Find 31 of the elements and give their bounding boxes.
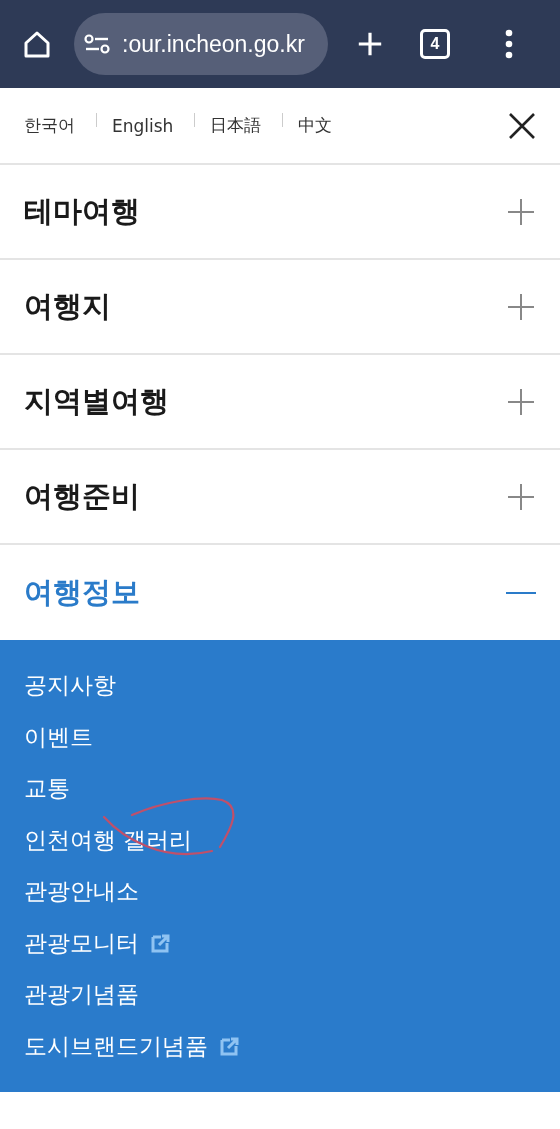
menu-item[interactable]: 여행준비 xyxy=(0,450,560,545)
menu-item[interactable]: 여행정보 xyxy=(0,545,560,640)
close-icon[interactable] xyxy=(508,111,536,140)
new-tab-icon[interactable] xyxy=(356,30,384,58)
external-link-icon xyxy=(220,1036,240,1057)
language-link[interactable]: 日本語 xyxy=(210,114,262,137)
plus-icon xyxy=(506,196,536,227)
external-link-icon xyxy=(151,933,171,954)
address-bar[interactable]: :our.incheon.go.kr xyxy=(74,13,328,75)
submenu-link[interactable]: 관광기념품 xyxy=(24,979,139,1011)
submenu-link[interactable]: 도시브랜드기념품 xyxy=(24,1030,208,1062)
plus-icon xyxy=(506,291,536,322)
menu-item[interactable]: 지역별여행 xyxy=(0,355,560,450)
home-icon[interactable] xyxy=(22,29,52,59)
menu-item[interactable]: 여행지 xyxy=(0,260,560,355)
url-text: :our.incheon.go.kr xyxy=(122,30,305,58)
minus-icon xyxy=(506,591,536,594)
plus-icon xyxy=(506,481,536,512)
submenu-link[interactable]: 관광모니터 xyxy=(24,927,139,959)
tab-count-button[interactable]: 4 xyxy=(420,29,450,59)
language-link[interactable]: English xyxy=(112,115,174,136)
more-menu-icon[interactable] xyxy=(504,29,514,59)
plus-icon xyxy=(506,386,536,417)
language-link[interactable]: 한국어 xyxy=(24,114,75,137)
submenu-link[interactable]: 관광안내소 xyxy=(24,876,139,908)
submenu-link[interactable]: 공지사항 xyxy=(24,670,116,702)
submenu-link[interactable]: 교통 xyxy=(24,773,70,805)
menu-item[interactable]: 테마여행 xyxy=(0,165,560,260)
submenu-link[interactable]: 이벤트 xyxy=(24,721,93,753)
site-settings-icon[interactable] xyxy=(84,34,110,54)
language-link[interactable]: 中文 xyxy=(298,114,333,137)
